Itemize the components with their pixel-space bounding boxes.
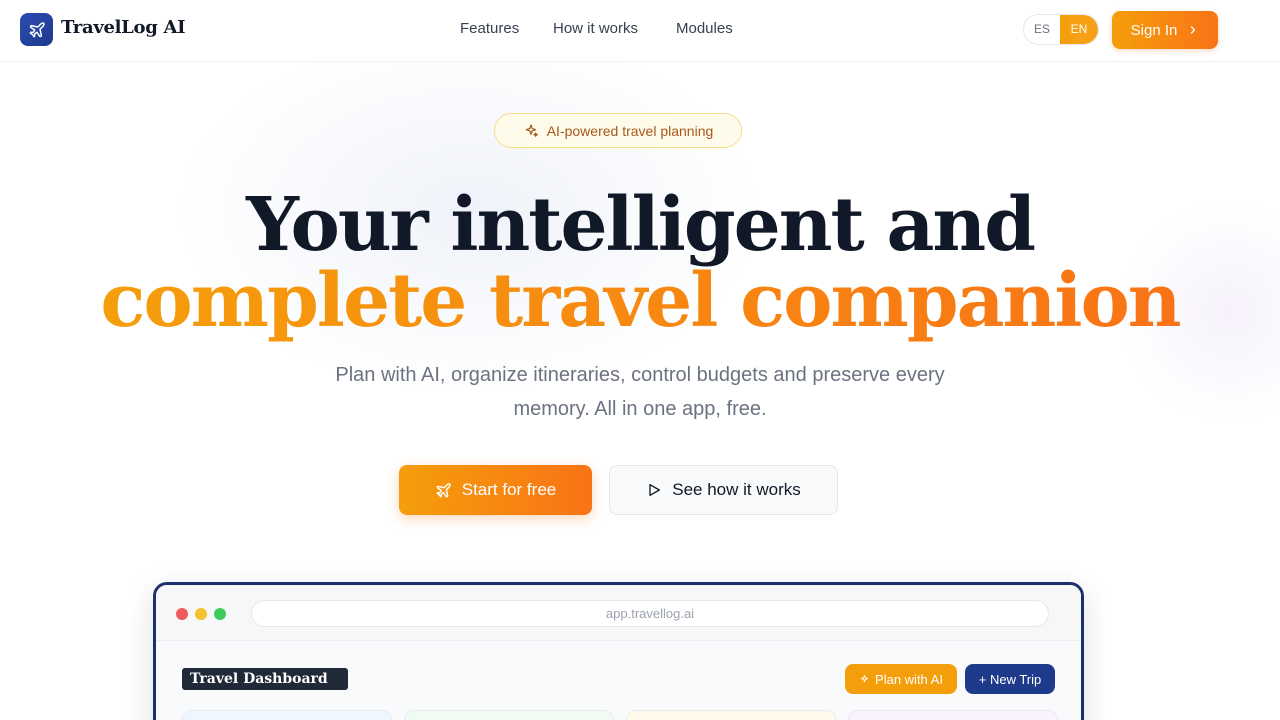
plane-icon: [29, 21, 45, 37]
plan-with-ai-button[interactable]: Plan with AI: [845, 664, 957, 694]
stat-card: [848, 710, 1058, 720]
url-bar: app.travellog.ai: [251, 600, 1049, 627]
sparkles-icon: [525, 123, 538, 137]
close-dot-icon: [176, 608, 188, 620]
headline-line-1: Your intelligent and: [246, 182, 1036, 268]
badge-label: AI-powered travel planning: [546, 122, 714, 139]
maximize-dot-icon: [214, 608, 226, 620]
dashboard-title: Travel Dashboard: [182, 668, 348, 690]
logo[interactable]: [20, 13, 53, 46]
new-trip-button[interactable]: + New Trip: [965, 664, 1055, 694]
stat-card: [182, 710, 392, 720]
app-preview-window: app.travellog.ai Travel Dashboard Plan w…: [153, 582, 1084, 720]
lang-en-button[interactable]: EN: [1060, 15, 1098, 44]
lang-es-button[interactable]: ES: [1024, 15, 1060, 44]
sign-in-label: Sign In: [1130, 21, 1178, 39]
chevron-right-icon: [1191, 26, 1196, 34]
sparkles-icon: [860, 674, 869, 682]
nav-features[interactable]: Features: [460, 20, 519, 37]
start-for-free-button[interactable]: Start for free: [399, 465, 592, 515]
see-how-it-works-label: See how it works: [672, 480, 801, 499]
minimize-dot-icon: [195, 608, 207, 620]
start-for-free-label: Start for free: [461, 480, 557, 499]
headline-line-2: complete travel companion: [100, 258, 1181, 344]
plane-icon: [436, 482, 451, 498]
nav-how-it-works[interactable]: How it works: [553, 20, 638, 37]
hero-subtitle: Plan with AI, organize itineraries, cont…: [260, 358, 1020, 426]
subtitle-line-2: memory. All in one app, free.: [513, 398, 767, 420]
language-toggle: ES EN: [1023, 14, 1099, 45]
stat-card: [404, 710, 614, 720]
ai-badge: AI-powered travel planning: [494, 113, 742, 148]
browser-chrome: app.travellog.ai: [156, 585, 1081, 641]
subtitle-line-1: Plan with AI, organize itineraries, cont…: [335, 364, 945, 386]
sign-in-button[interactable]: Sign In: [1112, 11, 1218, 49]
play-icon: [649, 484, 661, 496]
nav-modules[interactable]: Modules: [676, 20, 733, 37]
see-how-it-works-button[interactable]: See how it works: [609, 465, 838, 515]
brand-name[interactable]: TravelLog AI: [61, 17, 186, 38]
plan-with-ai-label: Plan with AI: [875, 671, 943, 687]
top-navbar: TravelLog AI Features How it works Modul…: [0, 0, 1280, 62]
stat-card: [626, 710, 836, 720]
